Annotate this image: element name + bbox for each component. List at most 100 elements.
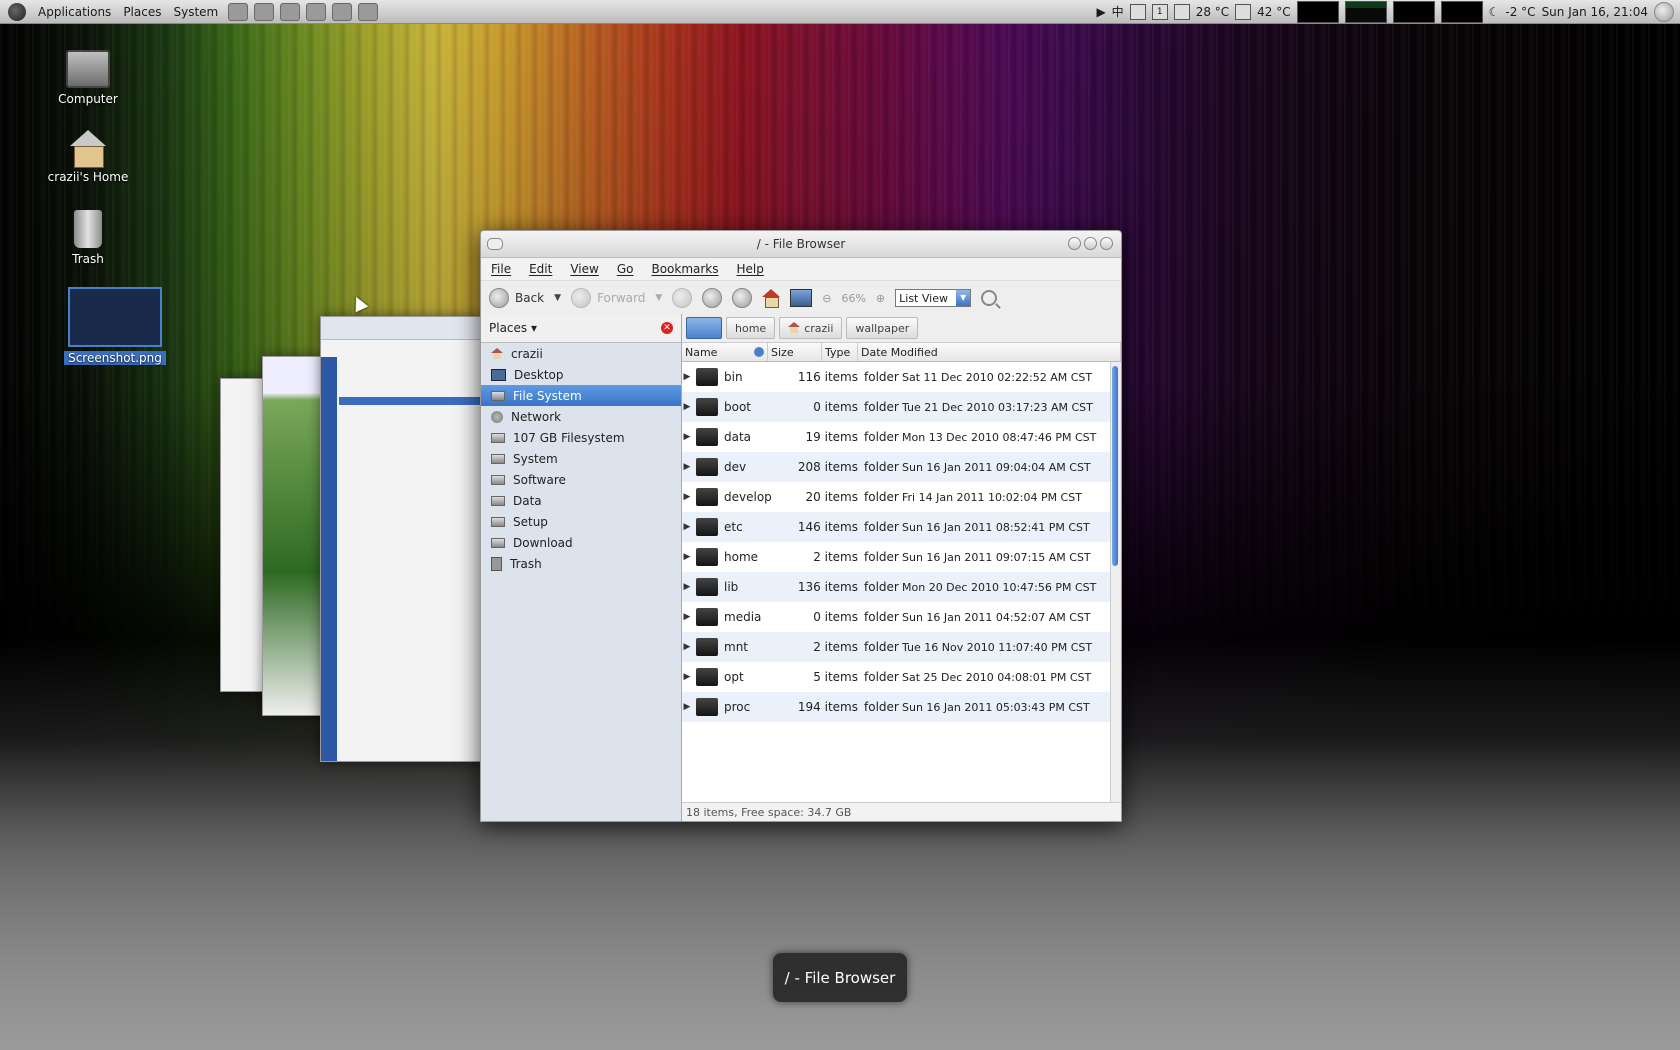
expand-arrow-icon[interactable]: ▶ (682, 432, 692, 442)
table-row[interactable]: ▶ develop 20 items folder Fri 14 Jan 2011 10… (682, 482, 1121, 512)
maximize-button[interactable] (1084, 237, 1097, 250)
file-name: home (724, 550, 759, 564)
sidebar-item-107gb[interactable]: 107 GB Filesystem (481, 427, 681, 448)
expand-arrow-icon[interactable]: ▶ (682, 582, 692, 592)
desktop-icon-home[interactable]: crazii's Home (33, 130, 143, 184)
close-button[interactable] (1100, 237, 1113, 250)
expand-arrow-icon[interactable]: ▶ (682, 492, 692, 502)
menu-file[interactable]: File (491, 262, 511, 276)
zoom-out-icon[interactable]: ⊖ (822, 292, 831, 305)
table-row[interactable]: ▶ dev 208 items folder Sun 16 Jan 2011 09:04… (682, 452, 1121, 482)
menu-help[interactable]: Help (737, 262, 764, 276)
column-size[interactable]: Size (768, 343, 822, 361)
menu-view[interactable]: View (570, 262, 598, 276)
sidebar-item-file-system[interactable]: File System (481, 385, 681, 406)
workspace-number[interactable]: 1 (1151, 3, 1168, 20)
settings-launcher-icon[interactable] (228, 2, 249, 21)
system-menu[interactable]: System (173, 5, 218, 19)
table-row[interactable]: ▶ data 19 items folder Mon 13 Dec 2010 08:47… (682, 422, 1121, 452)
path-crazii-button[interactable]: crazii (779, 317, 843, 339)
media-player-launcher-icon[interactable] (280, 2, 301, 21)
scrollbar-thumb[interactable] (1112, 366, 1118, 566)
table-row[interactable]: ▶ proc 194 items folder Sun 16 Jan 2011 05:0… (682, 692, 1121, 722)
computer-icon[interactable] (790, 289, 813, 307)
table-row[interactable]: ▶ opt 5 items folder Sat 25 Dec 2010 04:08:0… (682, 662, 1121, 692)
home-icon[interactable] (762, 289, 781, 308)
expand-arrow-icon[interactable]: ▶ (682, 402, 692, 412)
vertical-scrollbar[interactable] (1110, 362, 1121, 802)
file-list-pane: home crazii wallpaper Name Size Type Dat… (682, 314, 1121, 821)
stop-icon[interactable] (702, 288, 723, 308)
table-row[interactable]: ▶ media 0 items folder Sun 16 Jan 2011 04:52… (682, 602, 1121, 632)
weather-icon: ☾ (1488, 4, 1500, 19)
folder-icon (696, 488, 718, 506)
terminal-launcher-icon[interactable] (358, 2, 379, 21)
table-row[interactable]: ▶ etc 146 items folder Sun 16 Jan 2011 08:52… (682, 512, 1121, 542)
menu-go[interactable]: Go (617, 262, 634, 276)
sidebar-item-data[interactable]: Data (481, 490, 681, 511)
back-button[interactable]: Back (489, 288, 544, 308)
forward-history-dropdown[interactable]: ▼ (655, 293, 662, 303)
expand-arrow-icon[interactable]: ▶ (682, 702, 692, 712)
table-row[interactable]: ▶ bin 116 items folder Sat 11 Dec 2010 02:22… (682, 362, 1121, 392)
expand-arrow-icon[interactable]: ▶ (682, 552, 692, 562)
forward-button[interactable]: Forward (571, 288, 645, 308)
sidebar-item-trash[interactable]: Trash (481, 553, 681, 574)
table-row[interactable]: ▶ home 2 items folder Sun 16 Jan 2011 09:07:… (682, 542, 1121, 572)
sidebar-item-system[interactable]: System (481, 448, 681, 469)
background-window-forum[interactable] (320, 316, 487, 762)
sidebar-item-desktop[interactable]: Desktop (481, 364, 681, 385)
expand-arrow-icon[interactable]: ▶ (682, 642, 692, 652)
reload-icon[interactable] (732, 288, 753, 308)
expand-arrow-icon[interactable]: ▶ (682, 672, 692, 682)
column-date-modified[interactable]: Date Modified (858, 343, 1121, 361)
sidebar-item-network[interactable]: Network (481, 406, 681, 427)
file-browser-window[interactable]: / - File Browser File Edit View Go Bookm… (480, 230, 1122, 822)
column-type[interactable]: Type (822, 343, 858, 361)
search-icon[interactable] (981, 290, 998, 306)
minimize-button[interactable] (1068, 237, 1081, 250)
table-row[interactable]: ▶ mnt 2 items folder Tue 16 Nov 2010 11:07:4… (682, 632, 1121, 662)
view-mode-select[interactable]: List View ▼ (895, 289, 972, 307)
play-icon[interactable]: ▶ (1096, 5, 1105, 19)
input-method-indicator[interactable]: 中 (1112, 3, 1124, 20)
back-history-dropdown[interactable]: ▼ (554, 293, 561, 303)
sidebar-item-crazii[interactable]: crazii (481, 343, 681, 364)
close-sidebar-icon[interactable]: ✕ (661, 322, 673, 334)
distro-logo-icon[interactable] (8, 2, 26, 21)
sidebar-item-software[interactable]: Software (481, 469, 681, 490)
expand-arrow-icon[interactable]: ▶ (682, 612, 692, 622)
table-row[interactable]: ▶ boot 0 items folder Tue 21 Dec 2010 03:17:… (682, 392, 1121, 422)
window-menu-button[interactable] (487, 238, 503, 250)
desktop-icon-computer[interactable]: Computer (33, 50, 143, 106)
sidebar-item-download[interactable]: Download (481, 532, 681, 553)
title-bar[interactable]: / - File Browser (481, 231, 1121, 258)
menu-bookmarks[interactable]: Bookmarks (651, 262, 718, 276)
expand-arrow-icon[interactable]: ▶ (682, 462, 692, 472)
clock[interactable]: Sun Jan 16, 21:04 (1542, 5, 1648, 19)
path-root-button[interactable] (686, 317, 722, 339)
zoom-in-icon[interactable]: ⊕ (876, 292, 885, 305)
column-name[interactable]: Name (682, 343, 768, 361)
workspace-switcher-icon[interactable] (1129, 3, 1146, 20)
sort-indicator-icon (754, 347, 764, 357)
expand-arrow-icon[interactable]: ▶ (682, 372, 692, 382)
browser-launcher-icon[interactable] (332, 2, 353, 21)
desktop-icon-screenshot[interactable]: Screenshot.png (60, 287, 170, 365)
path-home-button[interactable]: home (726, 317, 776, 339)
up-icon[interactable] (672, 288, 693, 308)
places-menu[interactable]: Places (123, 5, 161, 19)
sidebar-item-setup[interactable]: Setup (481, 511, 681, 532)
mail-launcher-icon[interactable] (306, 2, 327, 21)
path-wallpaper-button[interactable]: wallpaper (846, 317, 919, 339)
menu-edit[interactable]: Edit (529, 262, 552, 276)
expand-arrow-icon[interactable]: ▶ (682, 522, 692, 532)
table-row[interactable]: ▶ lib 136 items folder Mon 20 Dec 2010 10:47… (682, 572, 1121, 602)
weather-temperature[interactable]: -2 °C (1505, 5, 1535, 19)
tools-launcher-icon[interactable] (254, 2, 275, 21)
applications-menu[interactable]: Applications (38, 5, 111, 19)
status-bar: 18 items, Free space: 34.7 GB (682, 802, 1121, 821)
places-dropdown[interactable]: Places ▾ (489, 321, 537, 335)
desktop-icon-trash[interactable]: Trash (33, 210, 143, 266)
power-icon[interactable] (1654, 1, 1674, 22)
